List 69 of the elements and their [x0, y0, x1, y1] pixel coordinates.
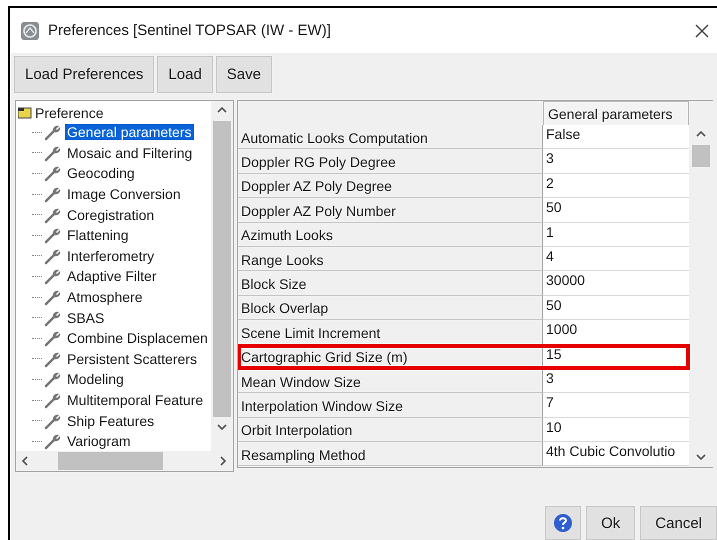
parameter-name: Block Size [238, 271, 543, 296]
parameter-value[interactable]: 50 [543, 296, 689, 320]
tree-item[interactable]: SBAS [65, 310, 106, 326]
wrench-icon [44, 226, 62, 244]
wrench-icon [44, 288, 62, 306]
parameter-value[interactable]: 1 [543, 222, 689, 247]
tree-item[interactable]: Image Conversion [65, 186, 183, 202]
parameter-value[interactable]: 30000 [543, 271, 689, 296]
parameter-name: Doppler AZ Poly Degree [238, 174, 543, 198]
parameter-value[interactable]: 7 [543, 393, 689, 418]
parameter-value[interactable]: 3 [543, 368, 689, 394]
column-header[interactable]: General parameters [543, 101, 689, 125]
parameter-value[interactable]: 1000 [543, 320, 689, 345]
wrench-icon [44, 164, 62, 182]
parameter-name: Orbit Interpolation [238, 418, 543, 442]
parameter-name: Mean Window Size [238, 368, 543, 394]
help-icon [553, 513, 574, 533]
wrench-icon [44, 391, 62, 410]
parameter-value[interactable]: 10 [543, 418, 689, 442]
parameter-name: Doppler AZ Poly Number [238, 198, 543, 223]
wrench-icon [44, 432, 62, 450]
scrollbar[interactable] [211, 101, 233, 451]
dialog-button[interactable]: Cancel [640, 506, 717, 540]
toolbar-button[interactable]: Save [216, 56, 272, 93]
scrollbar-thumb[interactable] [213, 121, 231, 417]
tree-item[interactable]: Interferometry [65, 248, 156, 264]
tree-item[interactable]: Persistent Scatterers [65, 350, 199, 367]
toolbar-button[interactable]: Load Preferences [14, 56, 154, 93]
parameter-value[interactable]: False [543, 125, 689, 150]
folder-icon [18, 106, 32, 118]
dialog-button[interactable]: Ok [586, 506, 636, 540]
tree-item[interactable]: Combine Displacemen [65, 330, 210, 346]
tree-item[interactable]: Modeling [65, 371, 126, 388]
parameter-value[interactable]: 50 [543, 198, 689, 223]
parameter-value[interactable]: 4th Cubic Convolutio [543, 442, 689, 466]
parameter-name: Azimuth Looks [238, 222, 543, 247]
parameter-name: Doppler RG Poly Degree [238, 149, 543, 174]
parameter-name: Range Looks [238, 246, 543, 272]
tree-item[interactable]: Geocoding [65, 165, 137, 182]
app-icon [20, 20, 40, 40]
wrench-icon [44, 370, 62, 388]
tree-item[interactable]: Variogram [65, 433, 133, 450]
wrench-icon [44, 329, 62, 348]
parameter-name: Interpolation Window Size [238, 393, 543, 418]
scrollbar-thumb[interactable] [58, 452, 163, 470]
tree-root-label[interactable]: Preference [35, 104, 104, 120]
help-button[interactable] [545, 506, 582, 540]
toolbar-button[interactable]: Load [157, 56, 213, 93]
wrench-icon [44, 123, 62, 142]
parameter-name: Resampling Method [238, 442, 543, 466]
tree-item[interactable]: Flattening [65, 227, 130, 244]
tree-item[interactable]: General parameters [65, 124, 194, 140]
parameter-name: Automatic Looks Computation [238, 125, 543, 150]
parameter-value[interactable]: 2 [543, 174, 689, 198]
wrench-icon [44, 185, 62, 204]
tree-item[interactable]: Mosaic and Filtering [65, 144, 194, 161]
tree-item[interactable]: Multitemporal Feature [65, 392, 206, 408]
tree-item[interactable]: Coregistration [65, 206, 156, 223]
horizontal-scrollbar[interactable] [16, 451, 233, 471]
wrench-icon [44, 267, 62, 286]
window-title: Preferences [Sentinel TOPSAR (IW - EW)] [48, 22, 332, 39]
parameter-value[interactable]: 4 [543, 246, 689, 272]
close-icon[interactable] [695, 24, 709, 38]
parameter-name: Block Overlap [238, 296, 543, 320]
tree-item[interactable]: Ship Features [65, 412, 156, 429]
scrollbar-thumb[interactable] [692, 145, 710, 167]
tree-item[interactable]: Atmosphere [65, 289, 144, 306]
tree-item[interactable]: Adaptive Filter [65, 268, 158, 284]
parameter-value[interactable]: 3 [543, 149, 689, 174]
